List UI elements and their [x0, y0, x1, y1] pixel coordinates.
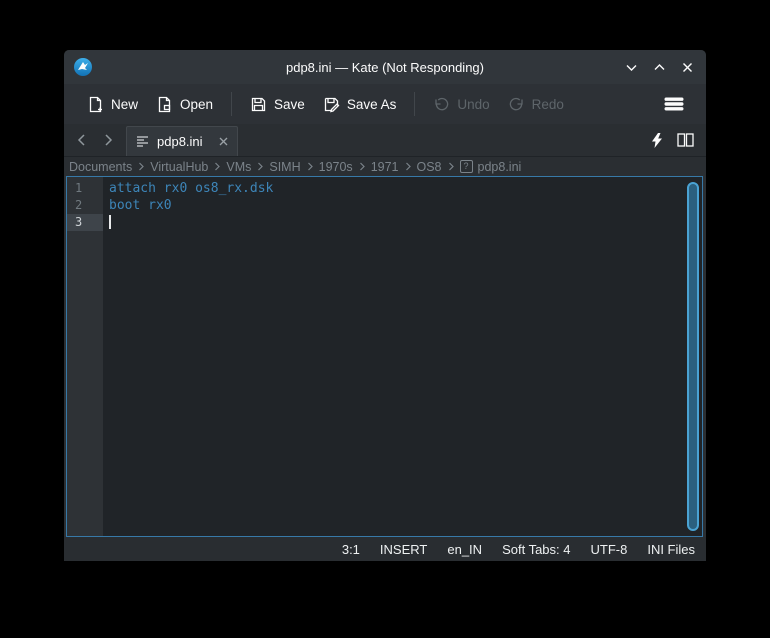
- tab-label: pdp8.ini: [157, 134, 211, 149]
- maximize-icon[interactable]: [650, 58, 668, 76]
- kate-app-icon: [73, 57, 93, 77]
- breadcrumb-item[interactable]: 1971: [371, 160, 399, 174]
- breadcrumb-item[interactable]: SIMH: [269, 160, 300, 174]
- save-as-button-label: Save As: [347, 97, 397, 112]
- open-button[interactable]: Open: [147, 90, 222, 119]
- undo-button-label: Undo: [457, 97, 489, 112]
- toolbar-separator: [231, 92, 232, 116]
- input-mode[interactable]: INSERT: [378, 542, 429, 557]
- undo-icon: [433, 96, 450, 113]
- redo-icon: [508, 96, 525, 113]
- open-document-icon: [156, 96, 173, 113]
- code-line: attach rx0 os8_rx.dsk: [103, 180, 702, 197]
- tab-settings[interactable]: Soft Tabs: 4: [500, 542, 572, 557]
- scrollbar-thumb[interactable]: [687, 182, 699, 531]
- breadcrumb: Documents VirtualHub VMs SIMH 1970s 1971…: [64, 157, 706, 176]
- kate-window: pdp8.ini — Kate (Not Responding): [64, 50, 706, 561]
- code-line-current: [103, 214, 702, 231]
- chevron-right-icon: [358, 162, 366, 171]
- hamburger-icon: [664, 96, 684, 112]
- save-as-icon: [323, 96, 340, 113]
- open-button-label: Open: [180, 97, 213, 112]
- unknown-file-icon: ?: [460, 160, 473, 173]
- cursor-position[interactable]: 3:1: [340, 542, 362, 557]
- save-button-label: Save: [274, 97, 305, 112]
- redo-button-label: Redo: [532, 97, 564, 112]
- new-button[interactable]: New: [78, 90, 147, 119]
- line-number-current: 3: [67, 214, 103, 231]
- quick-open-icon[interactable]: [651, 133, 663, 148]
- save-button[interactable]: Save: [241, 90, 314, 119]
- breadcrumb-file[interactable]: pdp8.ini: [478, 160, 522, 174]
- code-line: boot rx0: [103, 197, 702, 214]
- new-button-label: New: [111, 97, 138, 112]
- breadcrumb-item[interactable]: VirtualHub: [150, 160, 208, 174]
- text-editor[interactable]: 1 2 3 attach rx0 os8_rx.dsk boot rx0: [66, 176, 703, 537]
- breadcrumb-item[interactable]: Documents: [69, 160, 132, 174]
- tab-bar: pdp8.ini: [64, 124, 706, 157]
- window-controls: [622, 50, 696, 84]
- line-number: 1: [67, 180, 103, 197]
- back-button[interactable]: [70, 128, 94, 152]
- code-area[interactable]: attach rx0 os8_rx.dsk boot rx0: [103, 177, 702, 536]
- split-view-icon[interactable]: [677, 133, 694, 147]
- line-number: 2: [67, 197, 103, 214]
- chevron-right-icon: [213, 162, 221, 171]
- dictionary-locale[interactable]: en_IN: [445, 542, 484, 557]
- line-number-gutter: 1 2 3: [67, 177, 103, 536]
- breadcrumb-item[interactable]: OS8: [417, 160, 442, 174]
- chevron-right-icon: [256, 162, 264, 171]
- menu-button[interactable]: [656, 90, 692, 118]
- chevron-right-icon: [137, 162, 145, 171]
- main-toolbar: New Open Save: [64, 84, 706, 124]
- tab-close-icon[interactable]: [218, 136, 229, 147]
- breadcrumb-item[interactable]: 1970s: [319, 160, 353, 174]
- new-document-icon: [87, 96, 104, 113]
- minimize-icon[interactable]: [622, 58, 640, 76]
- text-cursor: [109, 215, 111, 229]
- close-icon[interactable]: [678, 58, 696, 76]
- redo-button[interactable]: Redo: [499, 90, 573, 119]
- vertical-scrollbar[interactable]: [687, 182, 699, 531]
- chevron-right-icon: [306, 162, 314, 171]
- syntax-mode[interactable]: INI Files: [645, 542, 697, 557]
- encoding[interactable]: UTF-8: [588, 542, 629, 557]
- save-icon: [250, 96, 267, 113]
- save-as-button[interactable]: Save As: [314, 90, 406, 119]
- window-title: pdp8.ini — Kate (Not Responding): [64, 60, 706, 75]
- chevron-right-icon: [404, 162, 412, 171]
- toolbar-separator: [414, 92, 415, 116]
- forward-button[interactable]: [96, 128, 120, 152]
- document-icon: [135, 134, 150, 149]
- status-bar: 3:1 INSERT en_IN Soft Tabs: 4 UTF-8 INI …: [64, 537, 706, 561]
- titlebar: pdp8.ini — Kate (Not Responding): [64, 50, 706, 84]
- breadcrumb-item[interactable]: VMs: [226, 160, 251, 174]
- tab-pdp8-ini[interactable]: pdp8.ini: [126, 126, 238, 156]
- undo-button[interactable]: Undo: [424, 90, 498, 119]
- chevron-right-icon: [447, 162, 455, 171]
